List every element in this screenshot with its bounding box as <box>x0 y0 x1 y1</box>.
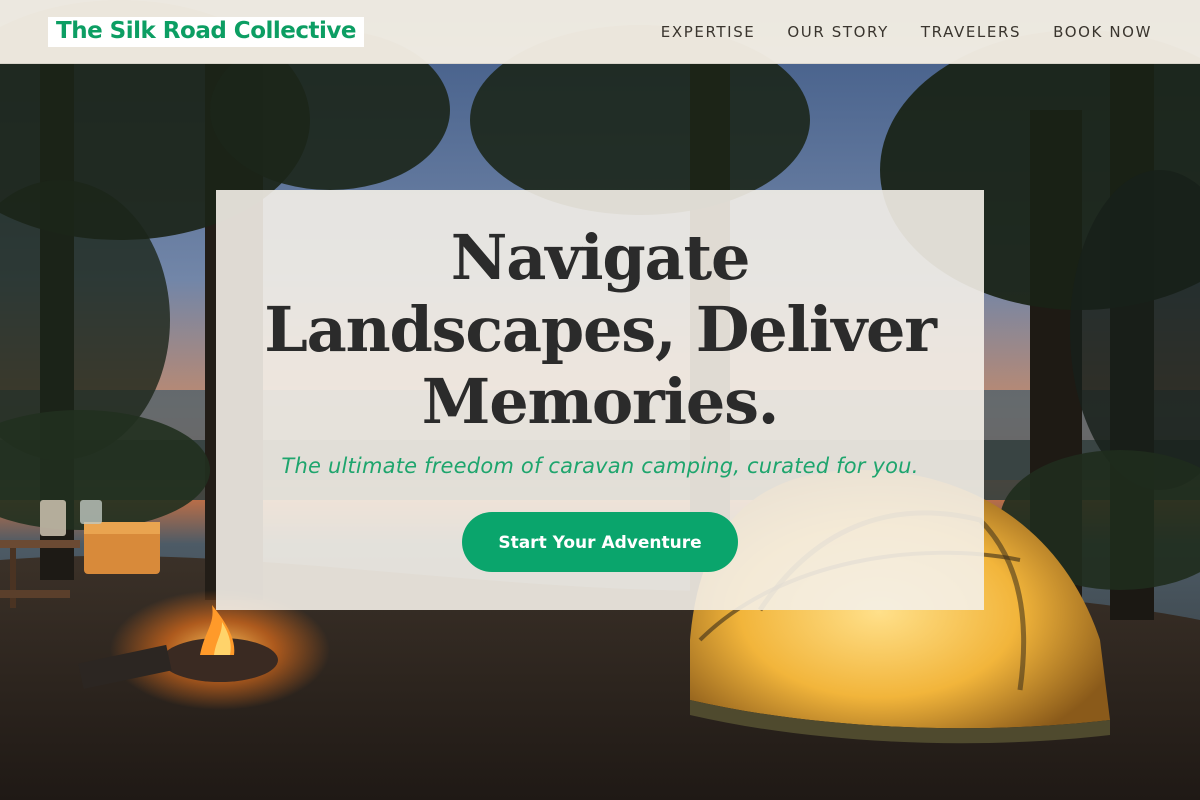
main-nav: EXPERTISE OUR STORY TRAVELERS BOOK NOW <box>661 23 1152 41</box>
hero-title: Navigate Landscapes, Deliver Memories. <box>264 221 937 438</box>
start-adventure-button[interactable]: Start Your Adventure <box>462 512 738 572</box>
hero-subtitle: The ultimate freedom of caravan camping,… <box>281 454 919 478</box>
site-header: The Silk Road Collective EXPERTISE OUR S… <box>0 0 1200 64</box>
hero-card: Navigate Landscapes, Deliver Memories. T… <box>216 190 984 610</box>
landing-page: The Silk Road Collective EXPERTISE OUR S… <box>0 0 1200 800</box>
site-logo[interactable]: The Silk Road Collective <box>48 16 364 47</box>
nav-link-book-now[interactable]: BOOK NOW <box>1053 23 1152 41</box>
nav-link-expertise[interactable]: EXPERTISE <box>661 23 756 41</box>
nav-link-our-story[interactable]: OUR STORY <box>787 23 889 41</box>
nav-link-travelers[interactable]: TRAVELERS <box>921 23 1021 41</box>
